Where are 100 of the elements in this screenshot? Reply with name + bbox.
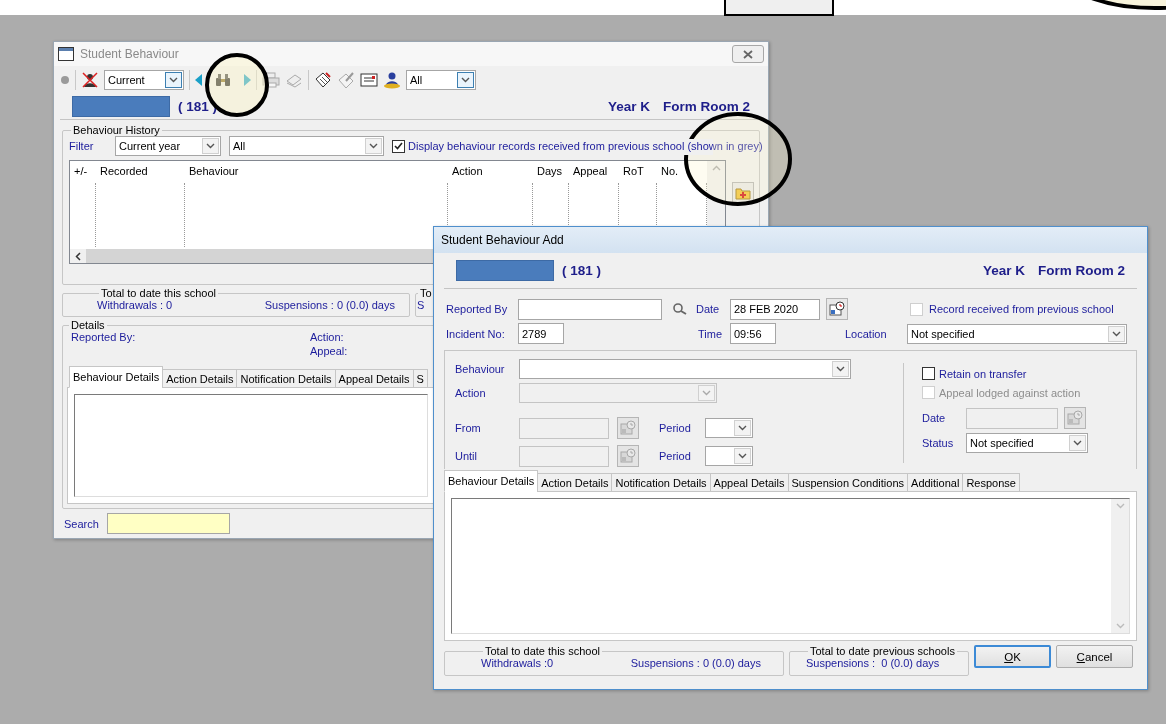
period-dropdown[interactable] <box>705 446 753 466</box>
calendar-clock-icon <box>620 420 636 436</box>
chevron-left-icon <box>75 251 81 261</box>
scroll-left-button[interactable] <box>70 249 86 263</box>
tab[interactable]: Suspension Conditions <box>787 473 909 492</box>
checkbox-label: Retain on transfer <box>939 367 1027 380</box>
close-button[interactable] <box>732 45 764 63</box>
column-header[interactable]: Appeal <box>569 161 619 181</box>
caret-icon <box>169 77 178 83</box>
suspensions-total: S <box>417 299 425 311</box>
time-label: Time <box>698 327 724 340</box>
date-label: Date <box>696 303 721 315</box>
behaviour-dropdown[interactable] <box>519 359 851 379</box>
date-range-label: Until <box>455 450 478 462</box>
column-header[interactable]: Action <box>448 161 533 181</box>
notepad-icon[interactable] <box>314 71 332 89</box>
group-title: Total to date previous schools <box>809 645 956 657</box>
year-label: Year K <box>982 263 1025 278</box>
status-label: Status <box>922 437 955 449</box>
checkbox[interactable] <box>392 139 405 153</box>
previous-arrow-icon[interactable] <box>195 74 202 86</box>
column-header[interactable]: +/- <box>70 161 96 181</box>
type-filter-dropdown[interactable]: All <box>229 136 384 156</box>
year-filter-dropdown[interactable]: Current year <box>115 136 221 156</box>
add-record-button[interactable] <box>732 182 754 204</box>
incident-field[interactable]: 2789 <box>518 323 564 344</box>
column-header[interactable]: RoT <box>619 161 657 181</box>
withdrawals-total: Withdrawals : 0 <box>97 299 173 311</box>
caret-icon <box>369 143 378 149</box>
group-title: Total to date this school <box>484 645 601 657</box>
period-dropdown[interactable] <box>705 418 753 438</box>
appeal-label: Appeal: <box>310 345 348 357</box>
tab[interactable]: Behaviour Details <box>69 366 164 388</box>
form-label: Form Room 2 <box>663 99 750 114</box>
caret-icon <box>702 390 711 396</box>
tab[interactable]: Action Details <box>537 473 613 492</box>
checkbox-label: Display behaviour records received from previous school (shown in grey) <box>408 140 763 152</box>
next-arrow-icon[interactable] <box>244 74 251 86</box>
scroll-up-icon[interactable] <box>711 165 721 171</box>
checkbox[interactable] <box>922 367 935 380</box>
period-dropdown[interactable]: Current <box>104 70 184 90</box>
caret-icon <box>738 425 747 431</box>
action-label: Action: <box>310 331 345 343</box>
status-dropdown[interactable]: Not specified <box>966 433 1088 453</box>
filter-label: Filter <box>69 140 95 152</box>
cancel-button[interactable]: Cancel <box>1056 645 1133 668</box>
card-icon[interactable] <box>360 73 378 87</box>
reported-by-label: Reported By <box>446 303 509 315</box>
papers-icon[interactable] <box>285 72 303 88</box>
window-icon <box>58 47 74 61</box>
group-title: Details <box>70 319 106 331</box>
printer-icon[interactable] <box>262 72 280 88</box>
scroll-down-icon[interactable] <box>1115 623 1125 629</box>
staff-dropdown[interactable]: All <box>406 70 476 90</box>
tab[interactable]: Response <box>962 473 1020 492</box>
tab[interactable]: Action Details <box>162 369 238 388</box>
details-text-area[interactable] <box>74 394 428 497</box>
behaviour-label: Behaviour <box>455 363 506 375</box>
time-field[interactable]: 09:56 <box>730 323 776 344</box>
calendar-button[interactable] <box>826 298 848 320</box>
reported-by-label: Reported By: <box>71 331 137 343</box>
column-header[interactable]: Behaviour <box>185 161 448 181</box>
location-label: Location <box>845 327 888 340</box>
year-label: Year K <box>607 99 650 114</box>
window-title: Student Behaviour Add <box>440 233 565 247</box>
period-label: Period <box>659 450 692 462</box>
status-dot-icon <box>60 75 70 85</box>
checkbox-label: Appeal lodged against action <box>939 386 1081 399</box>
checkbox-label: Record received from previous school <box>929 303 1114 315</box>
suspensions-total: Suspensions : 0 (0.0) days <box>806 657 940 669</box>
date-label: Date <box>922 412 947 424</box>
person-cross-icon[interactable] <box>81 71 99 89</box>
column-header[interactable]: No. <box>657 161 707 181</box>
suspensions-total: Suspensions : 0 (0.0) days <box>630 657 761 669</box>
folder-plus-icon <box>735 186 751 200</box>
calendar-clock-icon <box>620 448 636 464</box>
calendar-clock-icon <box>829 301 845 317</box>
search-icon[interactable] <box>672 303 688 315</box>
caret-icon <box>1073 440 1082 446</box>
person-icon[interactable] <box>383 71 401 89</box>
pencil-icon[interactable] <box>337 71 355 89</box>
binoculars-icon[interactable] <box>215 73 231 87</box>
withdrawals-total: Withdrawals :0 <box>481 657 554 669</box>
group-title: Total to date this school <box>100 287 217 299</box>
action-label: Action <box>455 387 487 399</box>
search-field[interactable] <box>106 513 230 534</box>
window-title: Student Behaviour <box>80 47 180 61</box>
search-label: Search <box>64 517 99 530</box>
ok-button[interactable]: OK <box>974 645 1051 668</box>
location-dropdown[interactable]: Not specified <box>907 323 1127 344</box>
period-label: Period <box>659 422 692 434</box>
date-field[interactable]: 28 FEB 2020 <box>730 298 820 320</box>
tab[interactable]: Behaviour Details <box>444 470 539 492</box>
column-header[interactable]: Days <box>533 161 569 181</box>
reported-by-field[interactable] <box>518 298 662 320</box>
caret-icon <box>836 366 845 372</box>
tab[interactable]: Appeal Details <box>709 473 789 492</box>
tab[interactable]: Appeal Details <box>334 369 414 388</box>
column-header[interactable]: Recorded <box>96 161 185 181</box>
student-count: ( 181 ) <box>562 263 602 278</box>
